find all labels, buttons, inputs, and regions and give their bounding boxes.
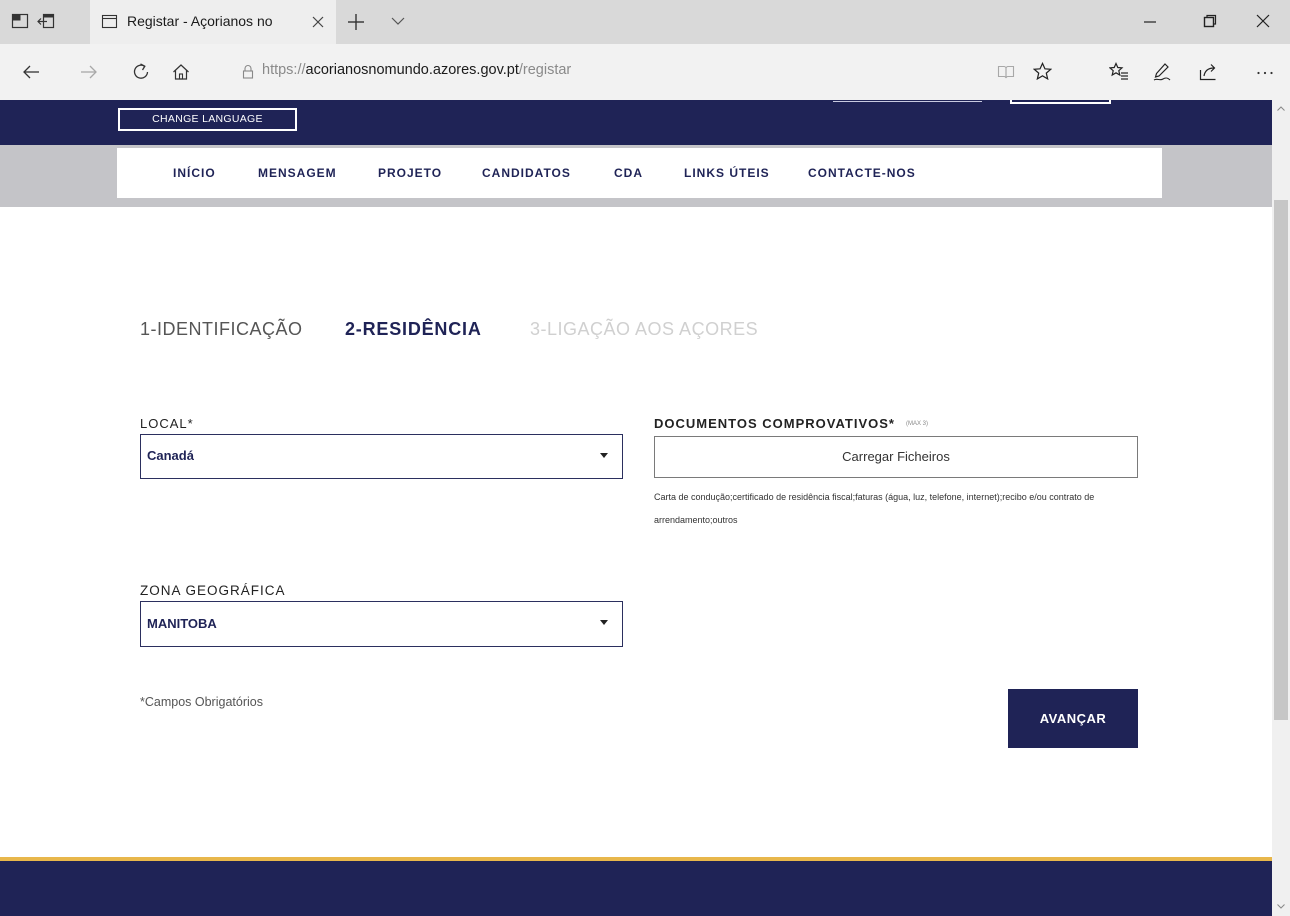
tab-title: Registar - Açorianos no — [127, 13, 273, 29]
upload-files-button[interactable]: Carregar Ficheiros — [654, 436, 1138, 478]
tab-preview-icon[interactable] — [11, 12, 29, 30]
nav-item-inicio[interactable]: INÍCIO — [173, 148, 216, 198]
url-host: acorianosnomundo.azores.gov.pt — [305, 62, 519, 78]
zone-select[interactable]: MANITOBA — [140, 601, 623, 647]
nav-item-links-uteis[interactable]: LINKS ÚTEIS — [684, 148, 770, 198]
favorites-hub-icon[interactable] — [1109, 62, 1129, 81]
browser-tab-bar: Registar - Açorianos no — [0, 0, 1290, 44]
header-field-partial[interactable] — [833, 100, 982, 102]
restore-icon[interactable] — [1203, 14, 1217, 28]
browser-toolbar: https://acorianosnomundo.azores.gov.pt/r… — [0, 44, 1290, 100]
step-ligacao-acores: 3-LIGAÇÃO AOS AÇORES — [530, 319, 759, 339]
scrollbar-thumb[interactable] — [1274, 200, 1288, 720]
documents-help-text: Carta de condução;certificado de residên… — [654, 492, 1095, 525]
step-residencia[interactable]: 2-RESIDÊNCIA — [345, 318, 482, 340]
close-tab-icon[interactable] — [311, 15, 325, 29]
pen-icon[interactable] — [1152, 62, 1172, 82]
scroll-up-icon[interactable] — [1277, 106, 1285, 111]
tab-list-chevron-icon[interactable] — [391, 17, 405, 26]
nav-item-cda[interactable]: CDA — [614, 148, 643, 198]
new-tab-icon[interactable] — [346, 12, 366, 32]
caret-down-icon — [600, 453, 608, 458]
page-scrollbar[interactable] — [1272, 100, 1290, 916]
nav-item-mensagem[interactable]: MENSAGEM — [258, 148, 337, 198]
favorite-star-icon[interactable] — [1033, 62, 1052, 81]
address-bar-url[interactable]: https://acorianosnomundo.azores.gov.pt/r… — [262, 62, 571, 78]
refresh-icon[interactable] — [132, 63, 150, 81]
back-icon[interactable] — [22, 64, 40, 80]
tabs-aside-icon[interactable] — [37, 12, 55, 30]
local-label: LOCAL* — [140, 416, 194, 431]
share-icon[interactable] — [1199, 62, 1219, 81]
header-button-partial[interactable] — [1010, 100, 1111, 104]
documents-label: DOCUMENTOS COMPROVATIVOS* — [654, 416, 895, 431]
nav-band: INÍCIO MENSAGEM PROJETO CANDIDATOS CDA L… — [0, 145, 1272, 207]
nav-item-projeto[interactable]: PROJETO — [378, 148, 442, 198]
step-identificacao[interactable]: 1-IDENTIFICAÇÃO — [140, 318, 303, 340]
local-select[interactable]: Canadá — [140, 434, 623, 479]
page-viewport: CHANGE LANGUAGE INÍCIO MENSAGEM PROJETO … — [0, 100, 1272, 916]
site-footer — [0, 861, 1272, 916]
forward-icon[interactable] — [80, 64, 98, 80]
main-nav: INÍCIO MENSAGEM PROJETO CANDIDATOS CDA L… — [117, 148, 1162, 198]
active-tab[interactable]: Registar - Açorianos no — [90, 0, 336, 44]
lock-icon[interactable] — [242, 64, 254, 79]
documents-limit-note: (MAX 3) — [906, 421, 929, 427]
url-scheme: https:// — [262, 62, 306, 78]
nav-item-contacte-nos[interactable]: CONTACTE-NOS — [808, 148, 916, 198]
next-button[interactable]: AVANÇAR — [1008, 689, 1138, 748]
url-path: /registar — [518, 62, 572, 78]
local-select-value: Canadá — [147, 448, 194, 463]
caret-down-icon — [600, 620, 608, 625]
close-window-icon[interactable] — [1256, 14, 1270, 28]
site-header: CHANGE LANGUAGE — [0, 100, 1272, 145]
home-icon[interactable] — [172, 63, 190, 81]
reading-view-icon[interactable] — [997, 64, 1015, 80]
required-fields-note: *Campos Obrigatórios — [140, 695, 263, 709]
zone-label: ZONA GEOGRÁFICA — [140, 583, 286, 598]
change-language-button[interactable]: CHANGE LANGUAGE — [118, 108, 297, 131]
page-icon — [101, 14, 118, 29]
more-icon[interactable] — [1256, 71, 1274, 75]
scroll-down-icon[interactable] — [1277, 904, 1285, 909]
nav-item-candidatos[interactable]: CANDIDATOS — [482, 148, 571, 198]
minimize-icon[interactable] — [1143, 20, 1157, 24]
zone-select-value: MANITOBA — [147, 616, 217, 631]
